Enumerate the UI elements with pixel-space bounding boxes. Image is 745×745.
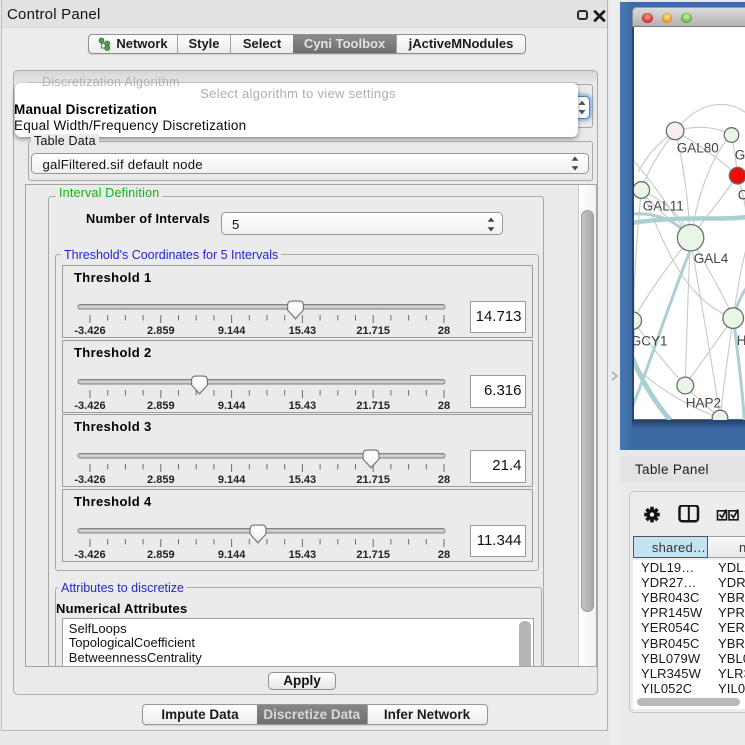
svg-text:9.144: 9.144	[218, 400, 246, 412]
svg-text:-3.426: -3.426	[74, 549, 105, 561]
svg-text:21.715: 21.715	[356, 474, 390, 486]
svg-text:-3.426: -3.426	[74, 325, 105, 337]
svg-text:21.715: 21.715	[356, 325, 390, 337]
svg-text:HAP2: HAP2	[685, 395, 720, 410]
svg-text:21.715: 21.715	[356, 400, 390, 412]
svg-text:GAL11: GAL11	[642, 199, 683, 214]
svg-text:15.43: 15.43	[289, 400, 317, 412]
svg-text:28: 28	[438, 400, 450, 412]
svg-text:2.859: 2.859	[147, 400, 175, 412]
svg-text:GA: GA	[734, 148, 744, 163]
svg-text:2.859: 2.859	[147, 474, 175, 486]
svg-text:GCY1: GCY1	[634, 333, 668, 348]
svg-text:15.43: 15.43	[289, 549, 317, 561]
svg-text:15.43: 15.43	[289, 474, 317, 486]
svg-text:28: 28	[438, 325, 450, 337]
svg-text:28: 28	[438, 549, 450, 561]
svg-text:9.144: 9.144	[218, 474, 246, 486]
svg-text:9.144: 9.144	[218, 325, 246, 337]
svg-text:2.859: 2.859	[147, 549, 175, 561]
svg-text:15.43: 15.43	[289, 325, 317, 337]
svg-text:-3.426: -3.426	[74, 400, 105, 412]
svg-text:28: 28	[438, 474, 450, 486]
svg-text:H: H	[736, 333, 744, 348]
svg-text:2.859: 2.859	[147, 325, 175, 337]
svg-text:GAL4: GAL4	[693, 251, 728, 266]
svg-text:C: C	[737, 188, 744, 203]
svg-text:9.144: 9.144	[218, 549, 246, 561]
svg-text:21.715: 21.715	[356, 549, 390, 561]
svg-text:GAL80: GAL80	[676, 141, 718, 156]
svg-text:-3.426: -3.426	[74, 474, 105, 486]
